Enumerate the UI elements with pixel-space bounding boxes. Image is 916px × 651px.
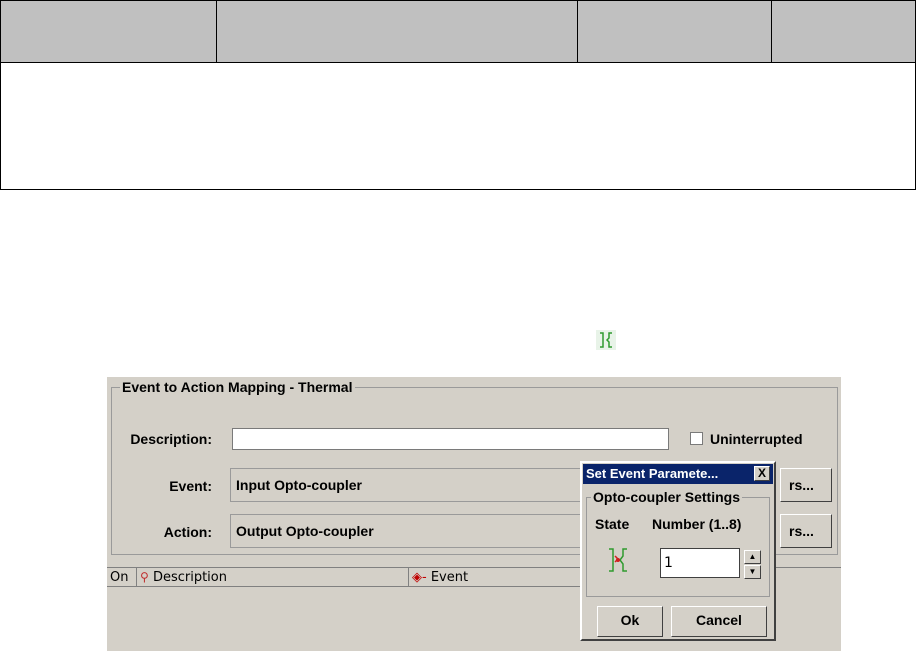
document-table-header: [1, 1, 915, 63]
column-description[interactable]: ⚲ Description: [137, 568, 409, 587]
uninterrupted-checkbox[interactable]: [690, 432, 703, 445]
number-input[interactable]: 1: [660, 548, 740, 578]
column-event[interactable]: ◈- Event: [409, 568, 581, 587]
number-label: Number (1..8): [652, 516, 742, 532]
dialog-titlebar[interactable]: Set Event Paramete... X: [583, 464, 773, 484]
description-label: Description:: [130, 431, 212, 447]
event-action-mapping-window: Event to Action Mapping - Thermal Descri…: [107, 377, 841, 651]
uninterrupted-label: Uninterrupted: [710, 431, 803, 447]
description-column-icon: ⚲: [140, 570, 149, 584]
event-parameters-button[interactable]: rs...: [780, 468, 832, 502]
state-label: State: [595, 516, 630, 532]
event-label: Event:: [169, 478, 212, 494]
number-decrement-button[interactable]: ▼: [744, 565, 761, 579]
settings-group-title: Opto-coupler Settings: [591, 489, 742, 505]
description-input[interactable]: [232, 428, 669, 450]
action-label: Action:: [163, 524, 212, 540]
set-event-parameters-dialog: Set Event Paramete... X Opto-coupler Set…: [580, 461, 776, 641]
number-increment-button[interactable]: ▲: [744, 550, 761, 564]
action-field[interactable]: Output Opto-coupler: [230, 514, 590, 548]
ok-button[interactable]: Ok: [597, 606, 663, 637]
column-on[interactable]: On: [107, 568, 137, 587]
opto-coupler-settings-group: Opto-coupler Settings State Number (1..8…: [586, 489, 770, 597]
event-column-icon: ◈-: [412, 570, 427, 585]
document-table: [0, 0, 916, 190]
opto-coupler-icon: [596, 330, 616, 350]
event-field[interactable]: Input Opto-coupler: [230, 468, 590, 502]
close-button[interactable]: X: [754, 466, 770, 481]
cancel-button[interactable]: Cancel: [671, 606, 767, 637]
column-divider: [216, 1, 217, 62]
action-parameters-button[interactable]: rs...: [780, 514, 832, 548]
column-divider: [771, 1, 772, 62]
column-divider: [577, 1, 578, 62]
opto-coupler-state-icon[interactable]: [606, 546, 630, 574]
group-title: Event to Action Mapping - Thermal: [120, 379, 355, 395]
dialog-title: Set Event Paramete...: [586, 466, 719, 481]
